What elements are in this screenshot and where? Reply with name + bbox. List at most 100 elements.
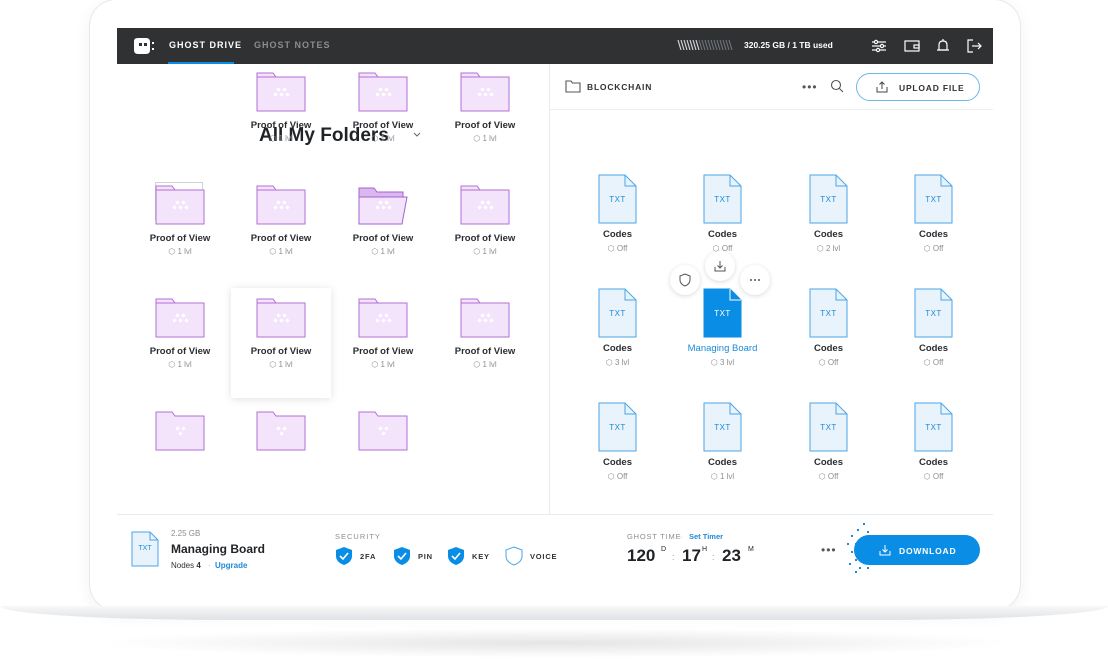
timer-days: 120 (627, 546, 656, 565)
file-type-label: TXT (820, 423, 837, 432)
folder-item[interactable]: Proof of View ⬡ 1 lvl (333, 175, 433, 285)
folder-item[interactable]: Proof of View ⬡ 1 lvl (435, 288, 535, 398)
file-type-label: TXT (714, 195, 731, 204)
txt-file-icon: TXT (809, 402, 848, 452)
file-type-label: TXT (609, 195, 626, 204)
file-level: ⬡ 2 lvl (816, 244, 841, 253)
ghost-logo-icon[interactable] (131, 37, 155, 55)
folder-item[interactable]: Proof of View ⬡ 1 lvl (231, 288, 331, 398)
tab-ghost-drive[interactable]: GHOST DRIVE (169, 40, 242, 50)
download-label: DOWNLOAD (899, 546, 957, 556)
folder-item[interactable] (130, 401, 230, 511)
file-level: ⬡ Off (923, 472, 944, 481)
file-item[interactable]: TXT Codes ⬡ 3 lvl (565, 278, 670, 388)
upload-icon (876, 81, 888, 93)
folder-icon (256, 72, 306, 112)
folder-level: ⬡ 1 lvl (371, 247, 395, 256)
folder-level: ⬡ 1 lvl (269, 360, 293, 369)
folder-name: Proof of View (454, 120, 516, 131)
folder-item[interactable]: Proof of View ⬡ 1 lvl (435, 175, 535, 285)
file-name: Codes (602, 229, 633, 240)
security-action-button[interactable] (670, 265, 700, 295)
folder-level: ⬡ 1 lvl (473, 134, 497, 143)
file-name: Codes (813, 457, 844, 468)
settings-sliders-icon[interactable] (870, 37, 888, 55)
folder-level: ⬡ 1 lvl (269, 134, 293, 143)
file-item[interactable]: TXT Codes ⬡ Off (881, 164, 986, 274)
folder-item[interactable]: Proof of View ⬡ 1 lvl (333, 288, 433, 398)
timer-hours: 17 (682, 546, 701, 565)
breadcrumb[interactable]: BLOCKCHAIN (587, 82, 652, 92)
tab-ghost-notes[interactable]: GHOST NOTES (254, 40, 331, 50)
folder-item[interactable] (333, 401, 433, 511)
file-type-label: TXT (925, 309, 942, 318)
file-level: ⬡ Off (818, 472, 839, 481)
file-item[interactable]: TXT Codes ⬡ Off (881, 392, 986, 502)
security-label: SECURITY (335, 532, 381, 541)
folder-icon (155, 298, 205, 338)
logout-icon[interactable] (965, 37, 983, 55)
search-icon[interactable] (830, 79, 844, 93)
notification-bell-icon[interactable] (934, 37, 952, 55)
top-bar: GHOST DRIVE GHOST NOTES 320.25 GB / 1 TB… (117, 28, 993, 64)
laptop-shadow (90, 628, 1020, 658)
shield-check-icon (394, 547, 410, 565)
folder-icon (460, 185, 510, 225)
txt-file-icon: TXT (703, 174, 742, 224)
wallet-icon[interactable] (903, 37, 921, 55)
txt-file-icon: TXT (914, 402, 953, 452)
folder-icon (155, 185, 205, 225)
folder-item[interactable]: Proof of View ⬡ 1 lvl (130, 288, 230, 398)
file-name: Codes (918, 457, 949, 468)
folder-icon (358, 411, 408, 451)
file-item[interactable]: TXT Codes ⬡ 2 lvl (776, 164, 881, 274)
file-details-bar: TXT 2.25 GB Managing Board Nodes 4 · Upg… (117, 514, 993, 578)
folder-item[interactable]: Proof of View ⬡ 1 lvl (435, 62, 535, 172)
download-icon (879, 545, 891, 556)
timer-minutes: 23 (722, 546, 741, 565)
ghost-time-label: GHOST TIME (627, 532, 682, 541)
file-name: Codes (707, 229, 738, 240)
folder-icon (358, 72, 408, 112)
folder-item[interactable]: Proof of View ⬡ 1 lvl (333, 62, 433, 172)
file-name: Codes (918, 229, 949, 240)
more-action-button[interactable] (740, 265, 770, 295)
folder-item[interactable]: Proof of View ⬡ 1 lvl (231, 62, 331, 172)
file-item[interactable]: TXT Codes ⬡ Off (881, 278, 986, 388)
download-button[interactable]: DOWNLOAD (854, 535, 980, 565)
timer-separator: : (712, 552, 715, 562)
more-options-icon[interactable]: ••• (821, 543, 837, 557)
upgrade-link[interactable]: Upgrade (215, 561, 247, 570)
file-item[interactable]: TXT Codes ⬡ Off (565, 164, 670, 274)
file-type-label: TXT (609, 309, 626, 318)
file-item[interactable]: TXT Codes ⬡ Off (776, 392, 881, 502)
file-level: ⬡ 3 lvl (710, 358, 735, 367)
file-item[interactable]: TXT Codes ⬡ Off (776, 278, 881, 388)
file-name: Codes (918, 343, 949, 354)
file-level: ⬡ Off (607, 244, 628, 253)
folder-item[interactable]: Proof of View ⬡ 1 lvl (130, 175, 230, 285)
file-name: Managing Board (171, 542, 266, 556)
txt-file-icon: TXT (598, 402, 637, 452)
folder-icon (358, 298, 408, 338)
file-name: Codes (707, 457, 738, 468)
nodes-info: Nodes 4 (171, 561, 201, 570)
txt-file-icon: TXT (914, 288, 953, 338)
more-options-icon[interactable]: ••• (802, 80, 818, 94)
set-timer-link[interactable]: Set Timer (689, 532, 723, 541)
file-size: 2.25 GB (171, 529, 201, 538)
shield-check-icon (336, 547, 352, 565)
file-item[interactable]: TXT Codes ⬡ 1 lvl (670, 392, 775, 502)
file-item[interactable]: TXT Codes ⬡ Off (565, 392, 670, 502)
file-level: ⬡ Off (923, 244, 944, 253)
upload-file-button[interactable]: UPLOAD FILE (856, 73, 980, 101)
download-action-button[interactable] (705, 251, 735, 281)
folder-icon (256, 298, 306, 338)
folder-item[interactable]: Proof of View ⬡ 1 lvl (231, 175, 331, 285)
txt-file-icon: TXT (598, 288, 637, 338)
folder-name: Proof of View (149, 346, 211, 357)
folder-level: ⬡ 1 lvl (371, 134, 395, 143)
separator-dot: · (208, 561, 211, 570)
folder-item[interactable] (231, 401, 331, 511)
file-name: Codes (602, 343, 633, 354)
